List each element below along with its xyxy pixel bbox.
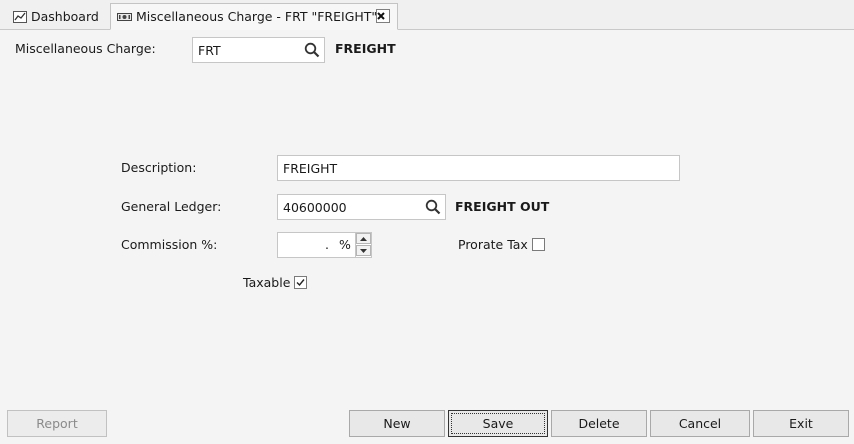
prorate-tax-checkbox[interactable]: [532, 238, 545, 251]
misc-charge-label: Miscellaneous Charge:: [15, 41, 156, 56]
close-icon[interactable]: [376, 9, 390, 23]
exit-button[interactable]: Exit: [753, 410, 849, 437]
tab-miscellaneous-charge-label: Miscellaneous Charge - FRT "FREIGHT": [136, 9, 378, 24]
commission-label: Commission %:: [121, 237, 218, 252]
report-button[interactable]: Report: [7, 410, 107, 437]
misc-charge-code-field: [192, 37, 325, 63]
misc-charge-description: FREIGHT: [335, 41, 396, 56]
money-icon: [117, 12, 132, 21]
spin-down-icon[interactable]: [356, 245, 371, 256]
commission-field[interactable]: . %: [277, 232, 372, 258]
tab-bar: Dashboard Miscellaneous Charge - FRT "FR…: [0, 0, 854, 30]
commission-value: .: [325, 237, 329, 252]
description-field: [277, 155, 680, 181]
misc-charge-code-input[interactable]: [193, 38, 298, 62]
cancel-button[interactable]: Cancel: [650, 410, 750, 437]
tab-dashboard-label: Dashboard: [31, 9, 99, 24]
prorate-tax-label: Prorate Tax: [458, 237, 528, 252]
general-ledger-label: General Ledger:: [121, 199, 222, 214]
general-ledger-field: [277, 194, 446, 220]
spin-up-icon[interactable]: [356, 233, 371, 244]
taxable-checkbox[interactable]: [294, 276, 307, 289]
save-button[interactable]: Save: [448, 410, 548, 437]
general-ledger-input[interactable]: [278, 195, 418, 219]
commission-unit: %: [339, 237, 351, 252]
new-button[interactable]: New: [349, 410, 445, 437]
search-icon[interactable]: [302, 41, 322, 59]
chart-icon: [13, 10, 27, 23]
commission-spinner[interactable]: [355, 233, 371, 257]
tab-miscellaneous-charge[interactable]: Miscellaneous Charge - FRT "FREIGHT": [110, 3, 398, 30]
tab-dashboard[interactable]: Dashboard: [6, 3, 106, 30]
description-label: Description:: [121, 160, 197, 175]
checkmark-icon: [296, 279, 305, 287]
general-ledger-description: FREIGHT OUT: [455, 199, 550, 214]
search-icon[interactable]: [423, 198, 443, 216]
description-input[interactable]: [278, 156, 673, 180]
delete-button[interactable]: Delete: [551, 410, 647, 437]
taxable-label: Taxable: [243, 275, 291, 290]
